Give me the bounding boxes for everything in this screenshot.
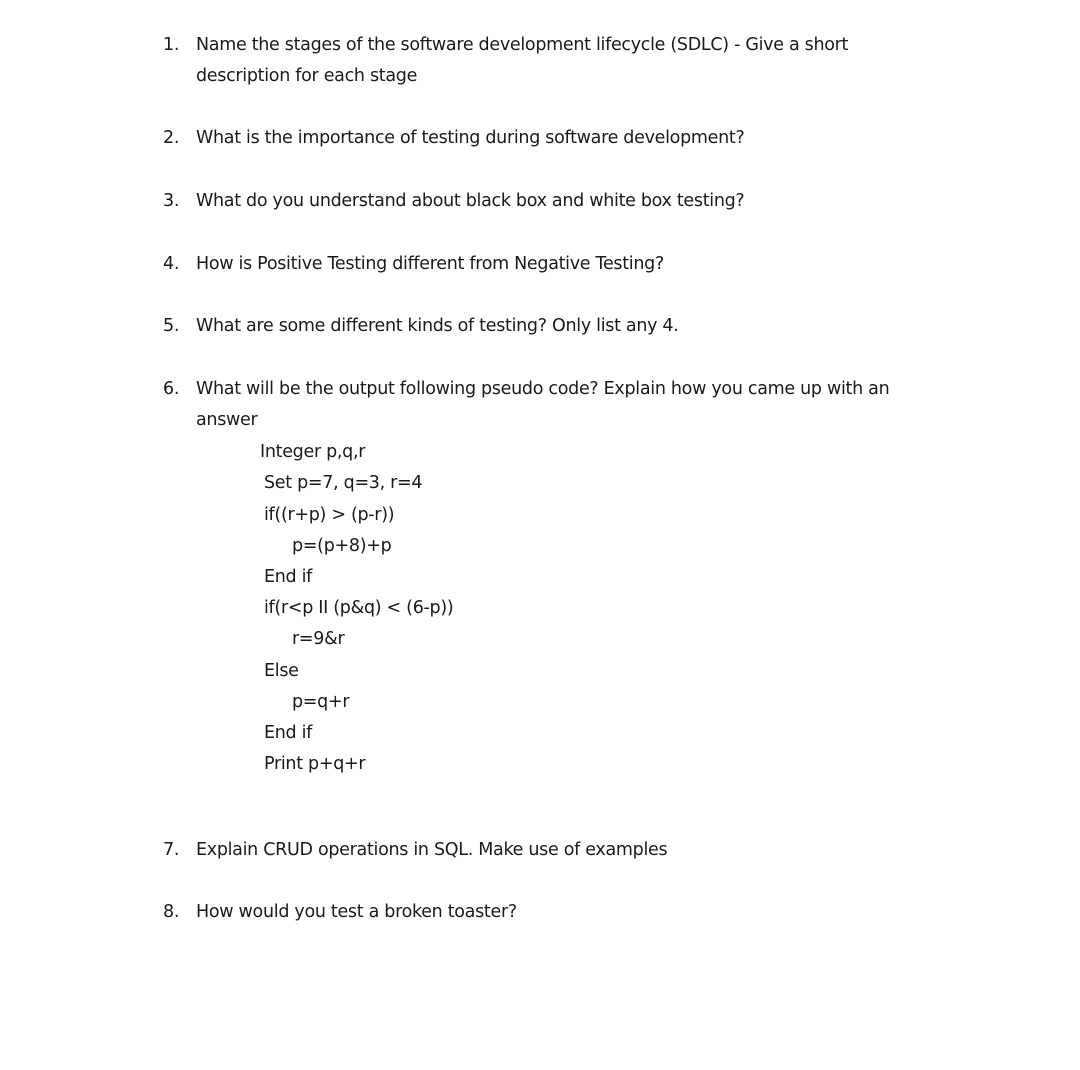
code-line: if(r<p II (p&q) < (6-p)) — [264, 598, 454, 618]
question-number: 3. — [163, 191, 180, 211]
question-text: How is Positive Testing different from N… — [196, 254, 664, 274]
question-text: answer — [196, 410, 258, 430]
question-text: How would you test a broken toaster? — [196, 902, 517, 922]
question-text: What do you understand about black box a… — [196, 191, 745, 211]
question-text: What are some different kinds of testing… — [196, 316, 679, 336]
code-line: Else — [264, 661, 299, 681]
question-text: Explain CRUD operations in SQL. Make use… — [196, 840, 668, 860]
question-number: 2. — [163, 128, 180, 148]
code-line: p=(p+8)+p — [292, 536, 392, 556]
question-text: What will be the output following pseudo… — [196, 379, 890, 399]
question-number: 6. — [163, 379, 180, 399]
question-text: Name the stages of the software developm… — [196, 35, 849, 55]
question-number: 8. — [163, 902, 180, 922]
question-number: 7. — [163, 840, 180, 860]
code-line: End if — [264, 723, 313, 743]
code-line: End if — [264, 567, 313, 587]
code-line: Print p+q+r — [264, 754, 366, 774]
question-number: 1. — [163, 35, 180, 55]
question-number: 4. — [163, 254, 180, 274]
code-line: r=9&r — [292, 629, 345, 649]
code-line: Integer p,q,r — [260, 442, 366, 462]
question-number: 5. — [163, 316, 180, 336]
code-line: Set p=7, q=3, r=4 — [264, 473, 423, 493]
code-line: if((r+p) > (p-r)) — [264, 505, 395, 525]
code-line: p=q+r — [292, 692, 350, 712]
question-text: description for each stage — [196, 66, 418, 86]
question-text: What is the importance of testing during… — [196, 128, 745, 148]
